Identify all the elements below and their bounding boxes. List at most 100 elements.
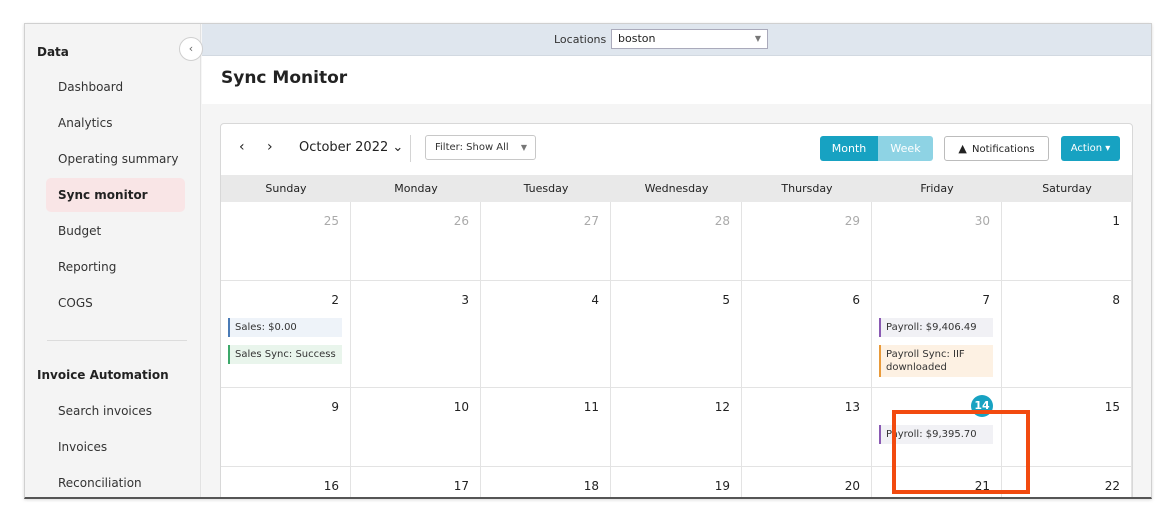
day-number: 18 <box>583 479 599 493</box>
weekday-sunday: Sunday <box>265 182 307 195</box>
day-cell[interactable]: 20 <box>742 467 872 497</box>
day-cell[interactable]: 30 <box>872 202 1002 281</box>
day-cell[interactable]: 4 <box>481 281 611 388</box>
chevron-down-icon: ▼ <box>520 143 527 152</box>
section-title-data: Data <box>37 45 69 59</box>
day-cell[interactable]: 11 <box>481 388 611 467</box>
day-cell[interactable]: 14 Payroll: $9,395.70 <box>872 388 1002 467</box>
sidebar-item-analytics[interactable]: Analytics <box>46 106 185 140</box>
day-number: 19 <box>714 479 730 493</box>
today-day-number: 14 <box>971 395 993 417</box>
sidebar-item-cogs[interactable]: COGS <box>46 286 185 320</box>
day-cell[interactable]: 2 Sales: $0.00 Sales Sync: Success <box>221 281 351 388</box>
weekday-header: Sunday Monday Tuesday Wednesday Thursday Frid… <box>221 175 1132 202</box>
sidebar-item-search-invoices[interactable]: Search invoices <box>46 394 185 428</box>
sidebar-item-reporting[interactable]: Reporting <box>46 250 185 284</box>
day-number: 11 <box>583 400 599 414</box>
month-picker[interactable]: October 2022 ⌄ <box>299 140 403 155</box>
day-cell[interactable]: 10 <box>351 388 481 467</box>
sidebar-item-reconciliation[interactable]: Reconciliation <box>46 466 185 497</box>
day-number: 21 <box>974 479 990 493</box>
day-number: 27 <box>583 214 599 228</box>
sidebar-item-budget[interactable]: Budget <box>46 214 185 248</box>
day-number: 1 <box>1112 214 1120 228</box>
filter-dropdown[interactable]: Filter: Show All ▼ <box>425 135 536 160</box>
notifications-label: Notifications <box>972 144 1035 155</box>
day-number: 25 <box>323 214 339 228</box>
sidebar-collapse-button[interactable]: ‹ <box>179 37 203 61</box>
day-cell[interactable]: 29 <box>742 202 872 281</box>
day-cell[interactable]: 1 <box>1002 202 1132 281</box>
day-cell[interactable]: 12 <box>611 388 742 467</box>
next-month-button[interactable]: › <box>267 139 273 155</box>
day-cell[interactable]: 7 Payroll: $9,406.49 Payroll Sync: IIF dow… <box>872 281 1002 388</box>
day-number: 16 <box>323 479 339 493</box>
calendar-card: ‹ › October 2022 ⌄ Filter: Show All ▼ Mo… <box>220 123 1133 497</box>
day-number: 13 <box>844 400 860 414</box>
action-button[interactable]: Action ▾ <box>1061 136 1120 161</box>
day-cell[interactable]: 28 <box>611 202 742 281</box>
day-cell[interactable]: 5 <box>611 281 742 388</box>
day-cell[interactable]: 15 <box>1002 388 1132 467</box>
calendar-event-payroll[interactable]: Payroll: $9,406.49 <box>879 318 993 337</box>
day-cell[interactable]: 25 <box>221 202 351 281</box>
day-number: 20 <box>844 479 860 493</box>
calendar-event-payroll[interactable]: Payroll: $9,395.70 <box>879 425 993 444</box>
page-title: Sync Monitor <box>221 68 348 88</box>
day-number: 10 <box>453 400 469 414</box>
day-cell[interactable]: 27 <box>481 202 611 281</box>
location-select[interactable]: boston ▼ <box>611 29 768 49</box>
sidebar-item-sync-monitor[interactable]: Sync monitor <box>46 178 185 212</box>
notifications-button[interactable]: ▲ Notifications <box>944 136 1049 161</box>
location-value: boston <box>618 32 656 45</box>
day-number: 26 <box>453 214 469 228</box>
view-month-button[interactable]: Month <box>820 136 878 161</box>
sidebar: Data Dashboard Analytics Operating summary… <box>25 24 201 497</box>
locations-label: Locations <box>554 33 607 46</box>
day-cell[interactable]: 6 <box>742 281 872 388</box>
day-number: 8 <box>1112 293 1120 307</box>
location-bar: Locations boston ▼ <box>202 24 1151 56</box>
toolbar-divider <box>410 135 411 162</box>
main-area: Locations boston ▼ Sync Monitor ‹ › Octo… <box>202 24 1151 497</box>
day-cell[interactable]: 26 <box>351 202 481 281</box>
sidebar-divider <box>47 340 187 341</box>
day-cell[interactable]: 8 <box>1002 281 1132 388</box>
day-number: 17 <box>453 479 469 493</box>
day-number: 15 <box>1104 400 1120 414</box>
day-cell[interactable]: 16 <box>221 467 351 497</box>
day-number: 12 <box>714 400 730 414</box>
prev-month-button[interactable]: ‹ <box>239 139 245 155</box>
sidebar-item-operating-summary[interactable]: Operating summary <box>46 142 185 176</box>
weekday-monday: Monday <box>394 182 438 195</box>
sidebar-item-dashboard[interactable]: Dashboard <box>46 70 185 104</box>
section-title-invoice-automation: Invoice Automation <box>37 368 169 382</box>
day-number: 2 <box>331 293 339 307</box>
calendar-event-sales[interactable]: Sales: $0.00 <box>228 318 342 337</box>
day-cell[interactable]: 17 <box>351 467 481 497</box>
view-week-button[interactable]: Week <box>878 136 933 161</box>
day-number: 6 <box>852 293 860 307</box>
calendar-event-salessync[interactable]: Sales Sync: Success <box>228 345 342 364</box>
chevron-left-icon: ‹ <box>188 42 194 55</box>
weekday-tuesday: Tuesday <box>523 182 569 195</box>
day-cell[interactable]: 21 <box>872 467 1002 497</box>
day-number: 3 <box>461 293 469 307</box>
day-cell[interactable]: 22 <box>1002 467 1132 497</box>
day-cell[interactable]: 9 <box>221 388 351 467</box>
day-number: 29 <box>844 214 860 228</box>
day-cell[interactable]: 3 <box>351 281 481 388</box>
weekday-friday: Friday <box>920 182 954 195</box>
sidebar-item-invoices[interactable]: Invoices <box>46 430 185 464</box>
day-cell[interactable]: 13 <box>742 388 872 467</box>
day-number: 28 <box>714 214 730 228</box>
warning-icon: ▲ <box>958 142 967 155</box>
day-cell[interactable]: 18 <box>481 467 611 497</box>
filter-label: Filter: Show All <box>435 142 509 153</box>
day-cell[interactable]: 19 <box>611 467 742 497</box>
day-number: 5 <box>722 293 730 307</box>
day-number: 9 <box>331 400 339 414</box>
day-number: 4 <box>591 293 599 307</box>
calendar-event-payrollsync[interactable]: Payroll Sync: IIF downloaded <box>879 345 993 377</box>
day-number: 7 <box>982 293 990 307</box>
